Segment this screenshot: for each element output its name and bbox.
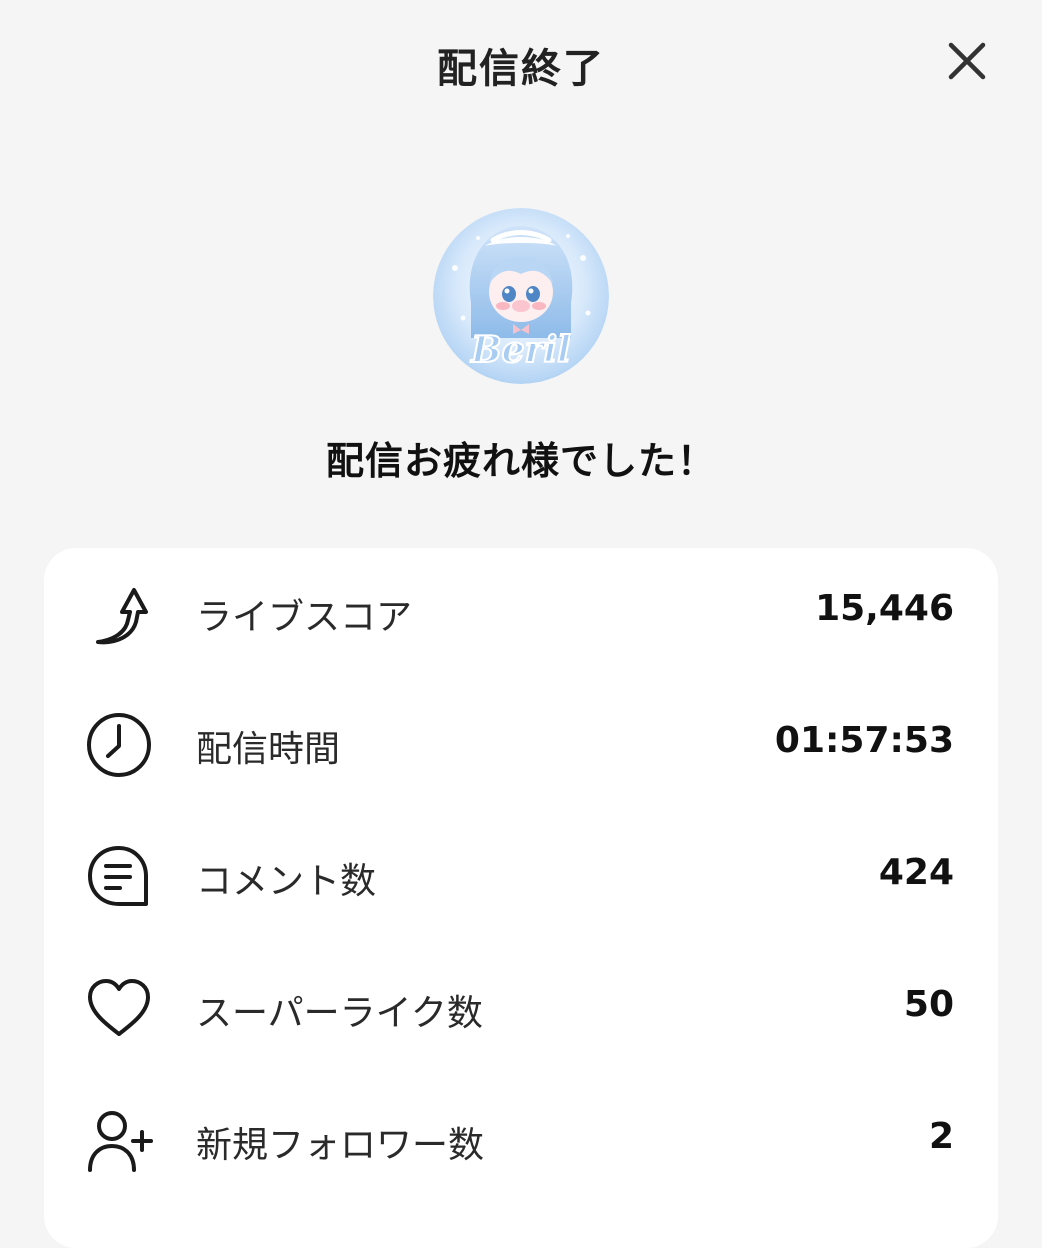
add-user-icon <box>84 1106 154 1176</box>
header: 配信終了 <box>0 0 1042 120</box>
stat-value: 01:57:53 <box>774 720 954 761</box>
stat-row-live-score: ライブスコア 15,446 <box>44 548 998 678</box>
stat-label: 新規フォロワー数 <box>196 1125 485 1166</box>
stat-value: 50 <box>903 984 954 1025</box>
stat-row-super-likes: スーパーライク数 50 <box>44 944 998 1074</box>
stat-row-stream-time: 配信時間 01:57:53 <box>44 680 998 810</box>
stat-row-comments: コメント数 424 <box>44 812 998 942</box>
stats-card: ライブスコア 15,446 配信時間 01:57:53 コメント数 424 スー… <box>44 548 998 1248</box>
stat-value: 15,446 <box>815 588 954 629</box>
stat-label: 配信時間 <box>196 729 341 770</box>
heart-icon <box>84 974 154 1044</box>
arrow-up-icon <box>84 578 154 648</box>
stat-label: ライブスコア <box>196 597 413 638</box>
clock-icon <box>84 710 154 780</box>
close-icon <box>948 42 986 80</box>
stat-value: 424 <box>878 852 954 893</box>
avatar-logo-text: Beril <box>470 329 571 371</box>
stat-label: コメント数 <box>196 861 377 902</box>
completion-message: 配信お疲れ様でした！ <box>325 439 716 483</box>
stat-value: 2 <box>928 1116 954 1157</box>
stat-row-new-followers: 新規フォロワー数 2 <box>44 1076 998 1206</box>
page-title: 配信終了 <box>437 46 605 92</box>
avatar: Beril <box>433 208 609 384</box>
comment-icon <box>84 842 154 912</box>
stat-label: スーパーライク数 <box>196 993 483 1034</box>
close-button[interactable] <box>946 40 988 82</box>
